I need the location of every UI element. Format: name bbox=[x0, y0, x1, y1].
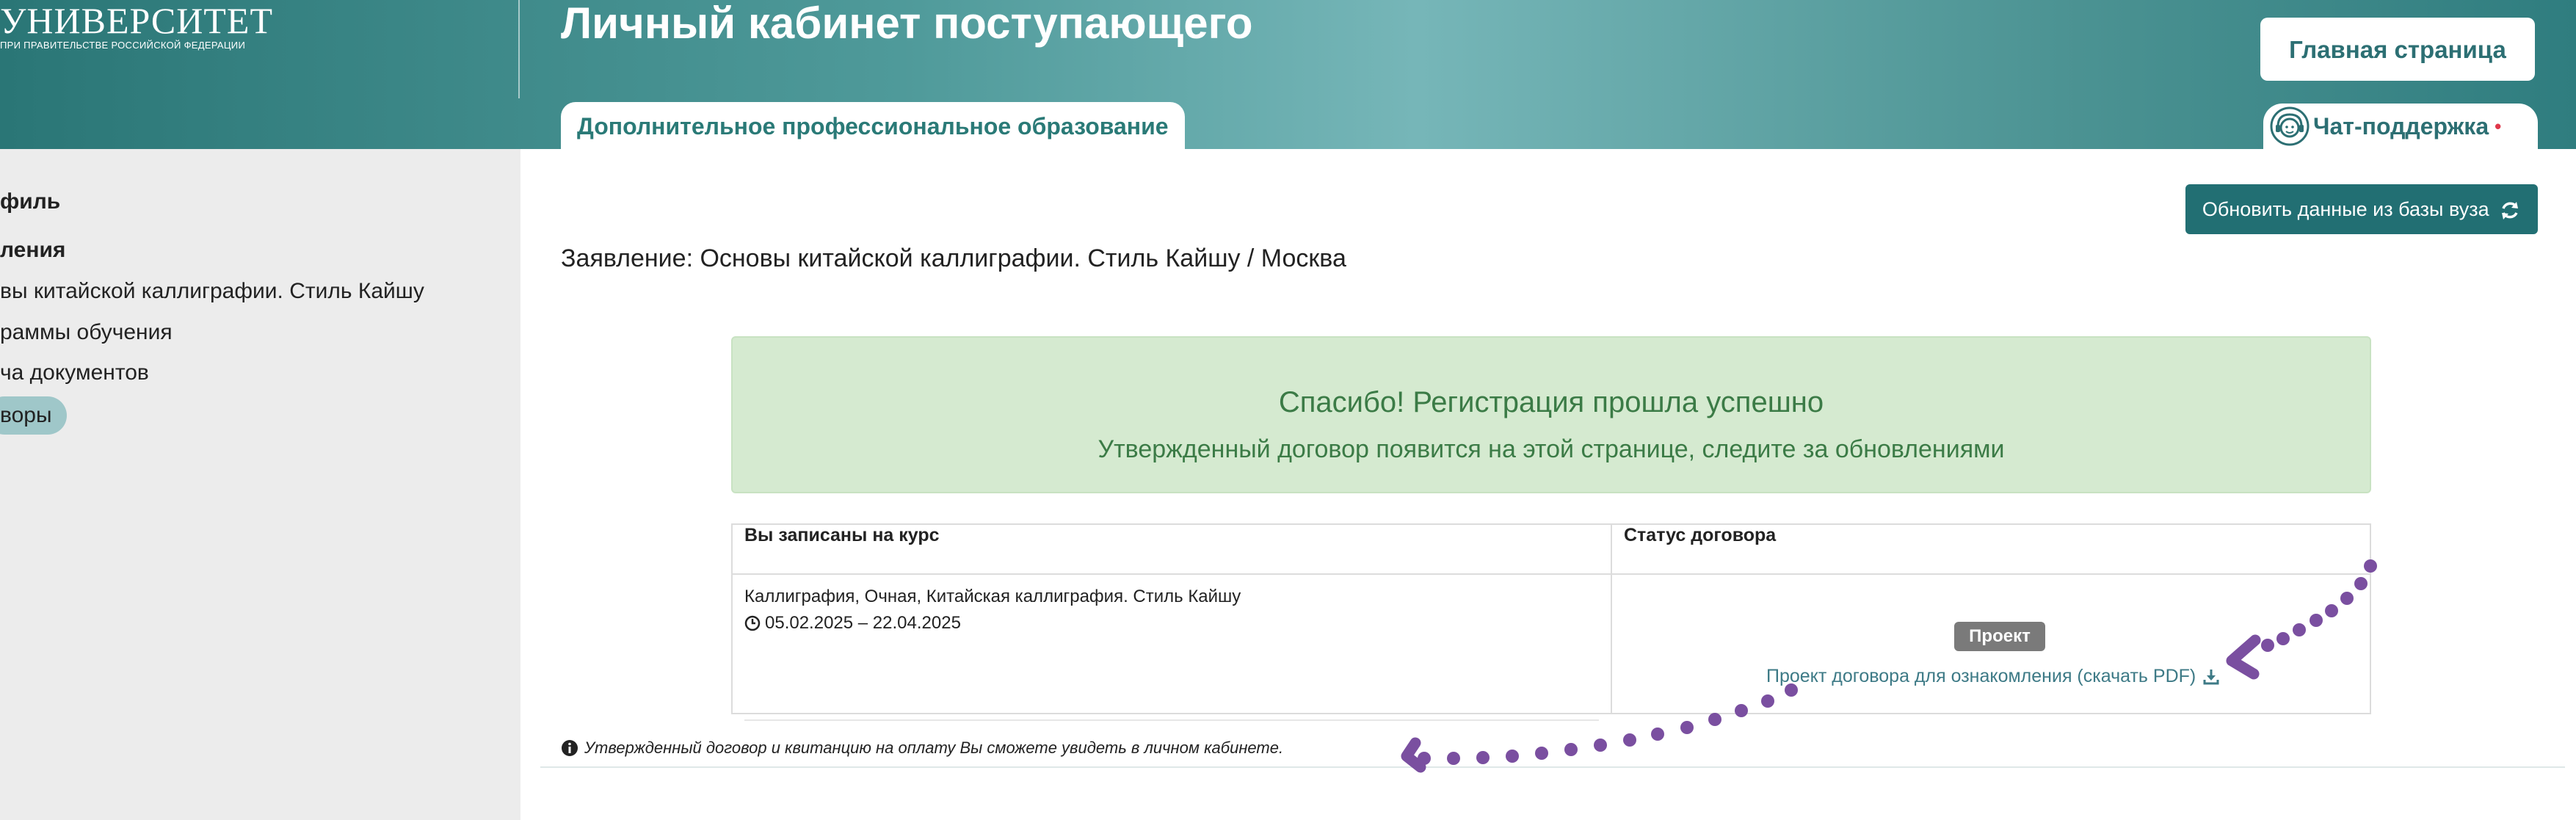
sidebar-item-documents[interactable]: ча документов bbox=[0, 360, 149, 385]
logo-title[interactable]: УНИВЕРСИТЕТ bbox=[0, 0, 273, 41]
sidebar: филь ления вы китайской каллиграфии. Сти… bbox=[0, 149, 520, 820]
table-row: Каллиграфия, Очная, Китайская каллиграфи… bbox=[731, 573, 2371, 721]
column-header-status: Статус договора bbox=[1611, 523, 2371, 575]
header-divider bbox=[518, 0, 520, 98]
refresh-icon bbox=[2502, 201, 2519, 219]
clock-icon bbox=[744, 615, 761, 631]
note-divider bbox=[540, 766, 2565, 768]
alert-text: Утвержденный договор появится на этой ст… bbox=[1097, 435, 2005, 463]
chat-support-button[interactable]: Чат-поддержка • bbox=[2263, 104, 2538, 149]
home-page-button[interactable]: Главная страница bbox=[2260, 18, 2535, 81]
contract-note: Утвержденный договор и квитанцию на опла… bbox=[561, 739, 1283, 758]
column-header-course: Вы записаны на курс bbox=[731, 523, 1612, 575]
application-title: Заявление: Основы китайской каллиграфии.… bbox=[561, 244, 1346, 272]
logo-subtitle: ПРИ ПРАВИТЕЛЬСТВЕ РОССИЙСКОЙ ФЕДЕРАЦИИ bbox=[0, 40, 246, 51]
table-header-row: Вы записаны на курс Статус договора bbox=[731, 523, 2371, 575]
status-cell: Проект Проект договора для ознакомления … bbox=[1611, 573, 2371, 714]
course-dates: 05.02.2025 – 22.04.2025 bbox=[744, 613, 961, 634]
support-agent-icon bbox=[2270, 106, 2310, 146]
course-cell: Каллиграфия, Очная, Китайская каллиграфи… bbox=[731, 573, 1612, 721]
chat-status-dot: • bbox=[2495, 115, 2502, 137]
refresh-data-label: Обновить данные из базы вуза bbox=[2202, 198, 2489, 220]
success-alert: Спасибо! Регистрация прошла успешно Утве… bbox=[731, 336, 2371, 493]
info-icon bbox=[562, 740, 578, 756]
sidebar-item-applications[interactable]: ления bbox=[0, 238, 65, 263]
contract-note-text: Утвержденный договор и квитанцию на опла… bbox=[584, 739, 1284, 757]
course-divider bbox=[744, 719, 1599, 721]
page-title: Личный кабинет поступающего bbox=[561, 0, 1253, 48]
sidebar-item-profile[interactable]: филь bbox=[0, 189, 60, 214]
sidebar-item-course[interactable]: вы китайской каллиграфии. Стиль Кайшу bbox=[0, 279, 424, 304]
refresh-data-button[interactable]: Обновить данные из базы вуза bbox=[2185, 184, 2538, 234]
header-bar: УНИВЕРСИТЕТ ПРИ ПРАВИТЕЛЬСТВЕ РОССИЙСКОЙ… bbox=[0, 0, 2576, 149]
sidebar-item-contracts[interactable]: воры bbox=[0, 396, 67, 435]
sidebar-item-programs[interactable]: раммы обучения bbox=[0, 320, 173, 345]
course-name: Каллиграфия, Очная, Китайская каллиграфи… bbox=[744, 587, 1241, 606]
chat-support-label: Чат-поддержка bbox=[2313, 112, 2489, 139]
status-badge: Проект bbox=[1954, 622, 2045, 651]
download-contract-label: Проект договора для ознакомления (скачат… bbox=[1766, 666, 2196, 686]
course-dates-text: 05.02.2025 – 22.04.2025 bbox=[765, 613, 961, 633]
download-contract-link[interactable]: Проект договора для ознакомления (скачат… bbox=[1766, 666, 2221, 687]
download-icon bbox=[2203, 669, 2219, 684]
alert-title: Спасибо! Регистрация прошла успешно bbox=[1278, 386, 1824, 418]
tab-dpo[interactable]: Дополнительное профессиональное образова… bbox=[561, 102, 1185, 149]
enrollment-table: Вы записаны на курс Статус договора Калл… bbox=[731, 523, 2371, 721]
